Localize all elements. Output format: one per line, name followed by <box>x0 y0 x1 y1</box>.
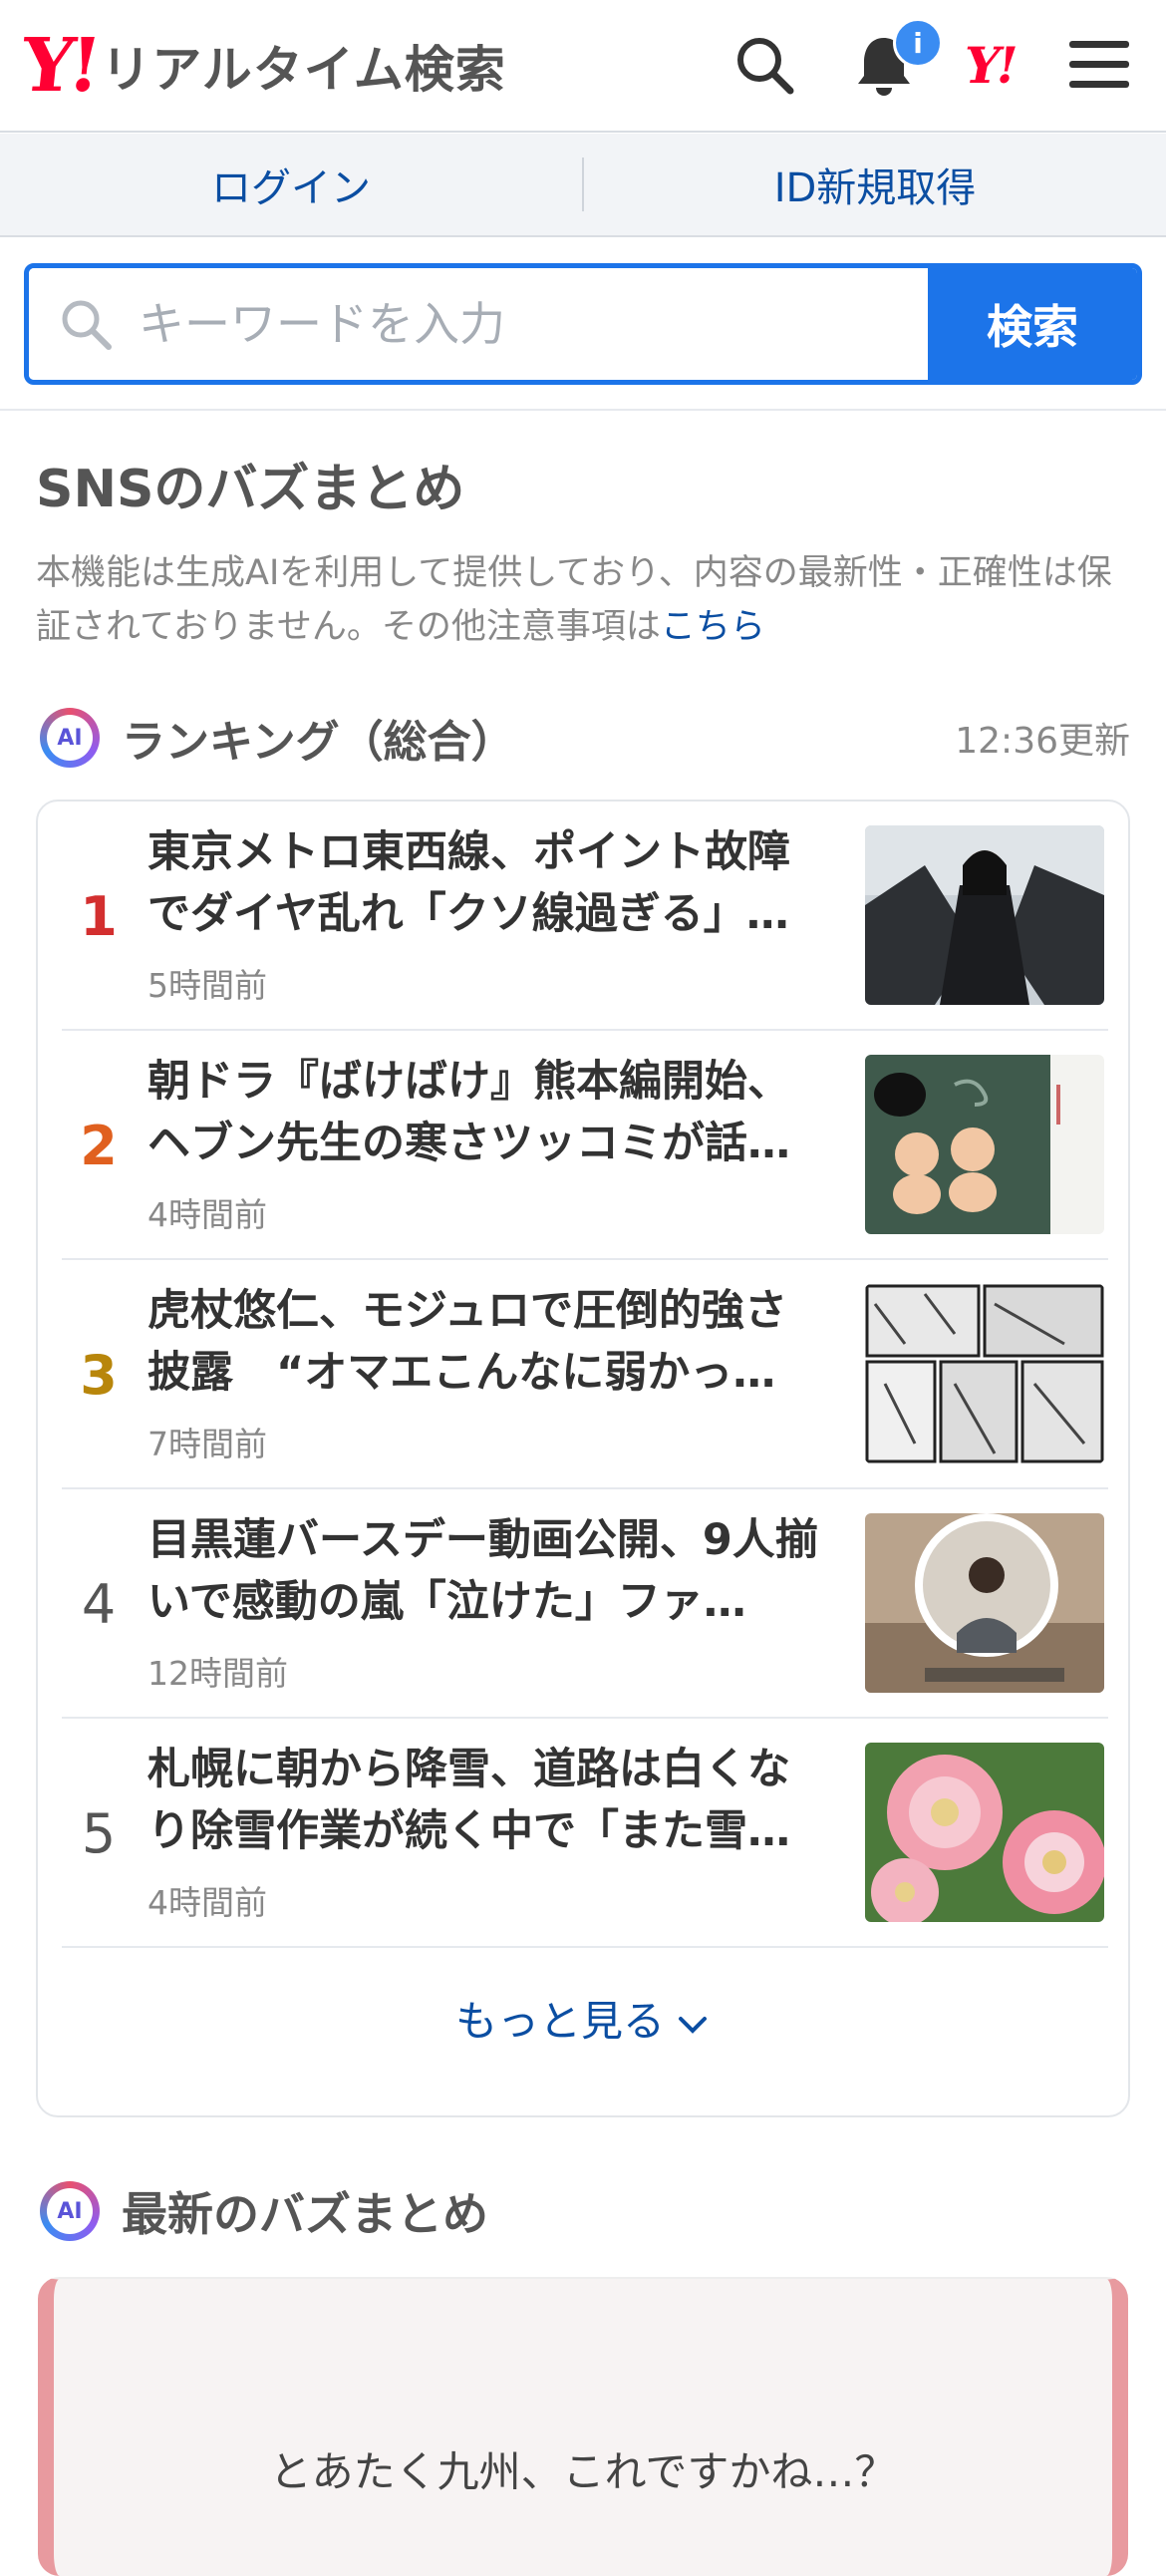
notification-badge[interactable]: i <box>893 18 943 68</box>
latest-header: AI 最新のバズまとめ <box>40 2179 488 2243</box>
rank-thumbnail[interactable] <box>865 1743 1104 1922</box>
menu-icon[interactable] <box>1064 30 1134 100</box>
ranking-header: AI ランキング（総合） 12:36更新 <box>40 706 1130 770</box>
disclaimer-body: 本機能は生成AIを利用して提供しており、内容の最新性・正確性は保証されておりませ… <box>36 553 1112 647</box>
disclaimer-link[interactable]: こちら <box>661 607 765 647</box>
see-more-button[interactable]: もっと見る <box>38 1988 1128 2049</box>
rank-number: 3 <box>80 1343 118 1407</box>
search-icon[interactable] <box>729 30 799 100</box>
search-button[interactable]: 検索 <box>928 268 1137 380</box>
rank-time: 7時間前 <box>147 1425 267 1463</box>
rank-headline[interactable]: 札幌に朝から降雪、道路は白くなり除雪作業が続く中で「また雪… <box>147 1739 825 1862</box>
search-input-wrapper <box>29 268 928 380</box>
auth-bar: ログイン ID新規取得 <box>0 134 1166 237</box>
see-more-label: もっと見る <box>454 1997 665 2046</box>
latest-buzz-card[interactable]: とあたく九州、これですかね…？ <box>38 2277 1128 2576</box>
rank-time: 4時間前 <box>147 1195 267 1234</box>
ranking-item[interactable]: 5 札幌に朝から降雪、道路は白くなり除雪作業が続く中で「また雪… 4時間前 <box>62 1719 1108 1948</box>
rank-time: 12時間前 <box>147 1654 288 1693</box>
ai-badge-label: AI <box>47 715 93 761</box>
login-link[interactable]: ログイン <box>0 156 582 213</box>
latest-quote: とあたく九州、これですかね…？ <box>269 2447 897 2496</box>
rank-time: 4時間前 <box>147 1883 267 1922</box>
rank-headline[interactable]: 東京メトロ東西線、ポイント故障でダイヤ乱れ「クソ線過ぎる」… <box>147 821 825 945</box>
search-input[interactable] <box>137 296 894 352</box>
ranking-title: ランキング（総合） <box>122 717 515 768</box>
rank-thumbnail[interactable] <box>865 1055 1104 1234</box>
rank-number: 5 <box>81 1801 117 1865</box>
ai-badge-icon: AI <box>40 708 100 768</box>
ranking-item[interactable]: 3 虎杖悠仁、モジュロで圧倒的強さ披露 “オマエこんなに弱かっ… 7時間前 <box>62 1260 1108 1489</box>
yahoo-mark-icon[interactable]: Y! <box>965 36 1019 95</box>
ranking-item[interactable]: 1 東京メトロ東西線、ポイント故障でダイヤ乱れ「クソ線過ぎる」… 5時間前 <box>62 802 1108 1031</box>
signup-link[interactable]: ID新規取得 <box>584 156 1166 213</box>
latest-title: 最新のバズまとめ <box>122 2187 488 2241</box>
rank-headline[interactable]: 虎杖悠仁、モジュロで圧倒的強さ披露 “オマエこんなに弱かっ… <box>147 1280 825 1404</box>
logo-mark: Y! <box>17 23 100 109</box>
ai-badge-icon: AI <box>40 2181 100 2241</box>
rank-headline[interactable]: 朝ドラ『ばけばけ』熊本編開始、ヘブン先生の寒さツッコミが話… <box>147 1051 825 1174</box>
ranking-item[interactable]: 4 目黒蓮バースデー動画公開、9人揃いで感動の嵐「泣けた」ファ… 12時間前 <box>62 1489 1108 1719</box>
section-title: SNSのバズまとめ <box>36 460 465 519</box>
search-field-icon <box>62 300 112 350</box>
rank-thumbnail[interactable] <box>865 1284 1104 1463</box>
yahoo-realtime-logo[interactable]: Y! リアルタイム検索 <box>17 23 506 109</box>
rank-number: 4 <box>81 1572 117 1636</box>
ranking-updated-time: 12:36更新 <box>955 721 1130 762</box>
disclaimer-text: 本機能は生成AIを利用して提供しており、内容の最新性・正確性は保証されておりませ… <box>36 546 1132 654</box>
rank-number: 2 <box>80 1114 118 1177</box>
ai-badge-label: AI <box>47 2188 93 2234</box>
rank-headline[interactable]: 目黒蓮バースデー動画公開、9人揃いで感動の嵐「泣けた」ファ… <box>147 1509 825 1633</box>
rank-thumbnail[interactable] <box>865 1513 1104 1693</box>
rank-thumbnail[interactable] <box>865 825 1104 1005</box>
rank-time: 5時間前 <box>147 966 267 1005</box>
rank-number: 1 <box>80 884 118 948</box>
logo-text: リアルタイム検索 <box>101 41 506 99</box>
search-form: 検索 <box>24 263 1142 385</box>
ranking-item[interactable]: 2 朝ドラ『ばけばけ』熊本編開始、ヘブン先生の寒さツッコミが話… 4時間前 <box>62 1031 1108 1260</box>
ranking-card: 1 東京メトロ東西線、ポイント故障でダイヤ乱れ「クソ線過ぎる」… 5時間前 2 … <box>36 800 1130 2117</box>
app-header: Y! リアルタイム検索 i Y! <box>0 0 1166 133</box>
divider <box>0 409 1166 411</box>
chevron-down-icon <box>679 2016 707 2034</box>
